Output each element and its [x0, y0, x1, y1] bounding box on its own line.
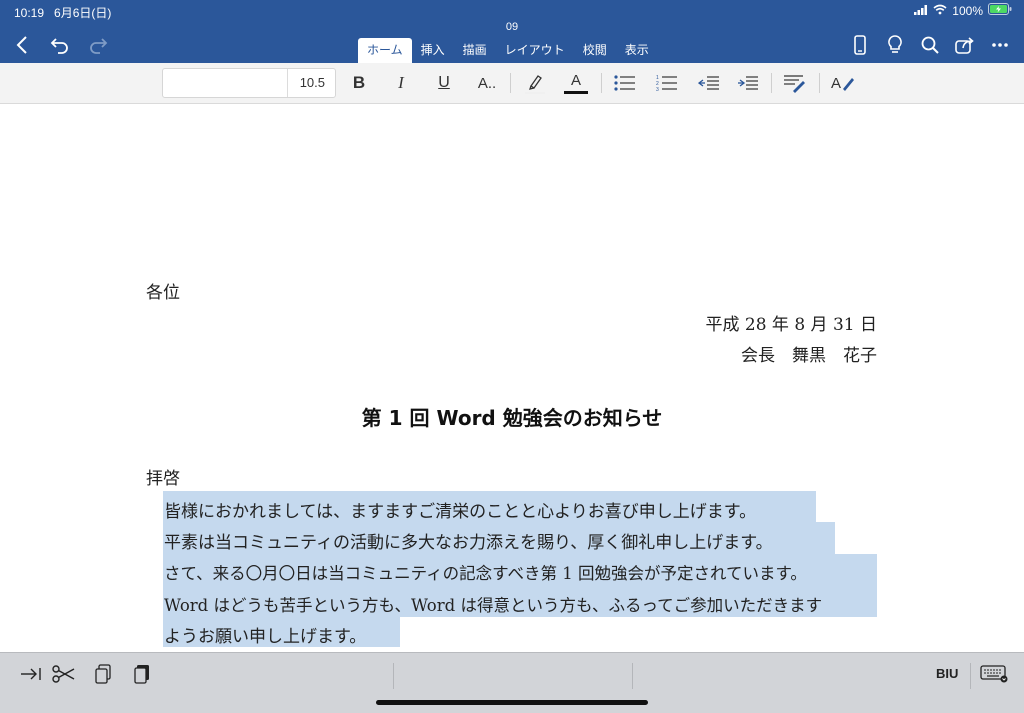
divider — [601, 73, 602, 93]
document-canvas[interactable]: 各位 平成 28 年 8 月 31 日 会長 舞黒 花子 第 1 回 Word … — [0, 104, 1024, 652]
divider — [393, 663, 394, 689]
tab-home[interactable]: ホーム — [358, 38, 412, 63]
font-size-field[interactable]: 10.5 — [300, 75, 325, 90]
app-header: 10:19 6月6日(日) 100% 09 ホーム 挿入 描画 レイアウト 校閲… — [0, 0, 1024, 63]
paste-icon[interactable] — [128, 661, 156, 687]
decrease-indent-icon[interactable] — [697, 69, 721, 97]
wifi-icon — [933, 4, 947, 18]
sender-line[interactable]: 会長 舞黒 花子 — [741, 341, 877, 366]
body-line[interactable]: ようお願い申し上げます。 — [164, 622, 366, 647]
svg-text:3: 3 — [656, 87, 659, 92]
more-icon[interactable] — [986, 32, 1014, 58]
ribbon-toolbar: 10.5 B I U A.. A 123 A — [0, 63, 1024, 104]
status-indicators: 100% — [914, 3, 1012, 18]
font-color-letter: A — [570, 71, 581, 89]
battery-percent: 100% — [952, 3, 983, 18]
mobile-view-icon[interactable] — [846, 32, 874, 58]
header-actions — [846, 32, 1014, 58]
tab-layout[interactable]: レイアウト — [496, 38, 574, 63]
redo-icon[interactable] — [84, 32, 112, 58]
divider — [970, 663, 971, 689]
divider — [819, 73, 820, 93]
font-color-button[interactable]: A — [563, 69, 589, 97]
brush-icon — [843, 78, 854, 91]
increase-indent-icon[interactable] — [736, 69, 760, 97]
biu-label: BIU — [936, 666, 959, 681]
styles-letter: A — [830, 74, 841, 92]
tab-key-icon[interactable] — [17, 661, 45, 687]
document-heading[interactable]: 第 1 回 Word 勉強会のお知らせ — [0, 402, 1024, 431]
paragraph-format-icon[interactable] — [782, 69, 808, 97]
signal-icon — [914, 4, 928, 18]
body-line[interactable]: 平素は当コミュニティの活動に多大なお力添えを賜り、厚く御礼申し上げます。 — [164, 528, 773, 553]
tab-view[interactable]: 表示 — [616, 38, 658, 63]
font-picker[interactable]: 10.5 — [162, 68, 336, 98]
date-line[interactable]: 平成 28 年 8 月 31 日 — [705, 310, 877, 335]
status-date: 6月6日(日) — [54, 6, 112, 20]
scissors-icon[interactable] — [50, 661, 78, 687]
styles-button[interactable]: A — [830, 69, 856, 97]
nav-group — [8, 32, 112, 58]
underline-button[interactable]: U — [432, 69, 456, 97]
home-indicator[interactable] — [376, 700, 648, 705]
status-time: 10:19 6月6日(日) — [14, 4, 111, 21]
tab-draw[interactable]: 描画 — [454, 38, 496, 63]
divider — [632, 663, 633, 689]
search-icon[interactable] — [916, 32, 944, 58]
divider — [771, 73, 772, 93]
highlighter-icon[interactable] — [522, 69, 548, 97]
bold-button[interactable]: B — [347, 69, 371, 97]
copy-icon[interactable] — [89, 661, 117, 687]
body-line[interactable]: Word はどうも苦手という方も、Word は得意という方も、ふるってご参加いた… — [164, 592, 822, 616]
italic-button[interactable]: I — [389, 69, 413, 97]
divider — [510, 73, 511, 93]
share-icon[interactable] — [951, 32, 979, 58]
format-biu-button[interactable]: BIU — [936, 666, 958, 681]
text-effects-button[interactable]: A.. — [473, 69, 501, 97]
font-name-field[interactable] — [163, 69, 288, 97]
lightbulb-icon[interactable] — [881, 32, 909, 58]
clock: 10:19 — [14, 6, 45, 20]
font-color-swatch — [564, 90, 588, 94]
ribbon-tabs: ホーム 挿入 描画 レイアウト 校閲 表示 — [358, 38, 658, 63]
tab-review[interactable]: 校閲 — [574, 38, 616, 63]
numbered-list-icon[interactable]: 123 — [655, 69, 679, 97]
back-icon[interactable] — [8, 32, 36, 58]
battery-icon — [988, 3, 1012, 18]
body-line[interactable]: さて、来る〇月〇日は当コミュニティの記念すべき第 1 回勉強会が予定されています… — [164, 560, 807, 584]
tab-insert[interactable]: 挿入 — [412, 38, 454, 63]
hide-keyboard-icon[interactable] — [980, 661, 1008, 687]
undo-icon[interactable] — [46, 32, 74, 58]
bullet-list-icon[interactable] — [613, 69, 637, 97]
salutation-line[interactable]: 拝啓 — [146, 464, 180, 489]
recipient-line[interactable]: 各位 — [146, 278, 180, 303]
body-line[interactable]: 皆様におかれましては、ますますご清栄のことと心よりお喜び申し上げます。 — [164, 497, 756, 522]
